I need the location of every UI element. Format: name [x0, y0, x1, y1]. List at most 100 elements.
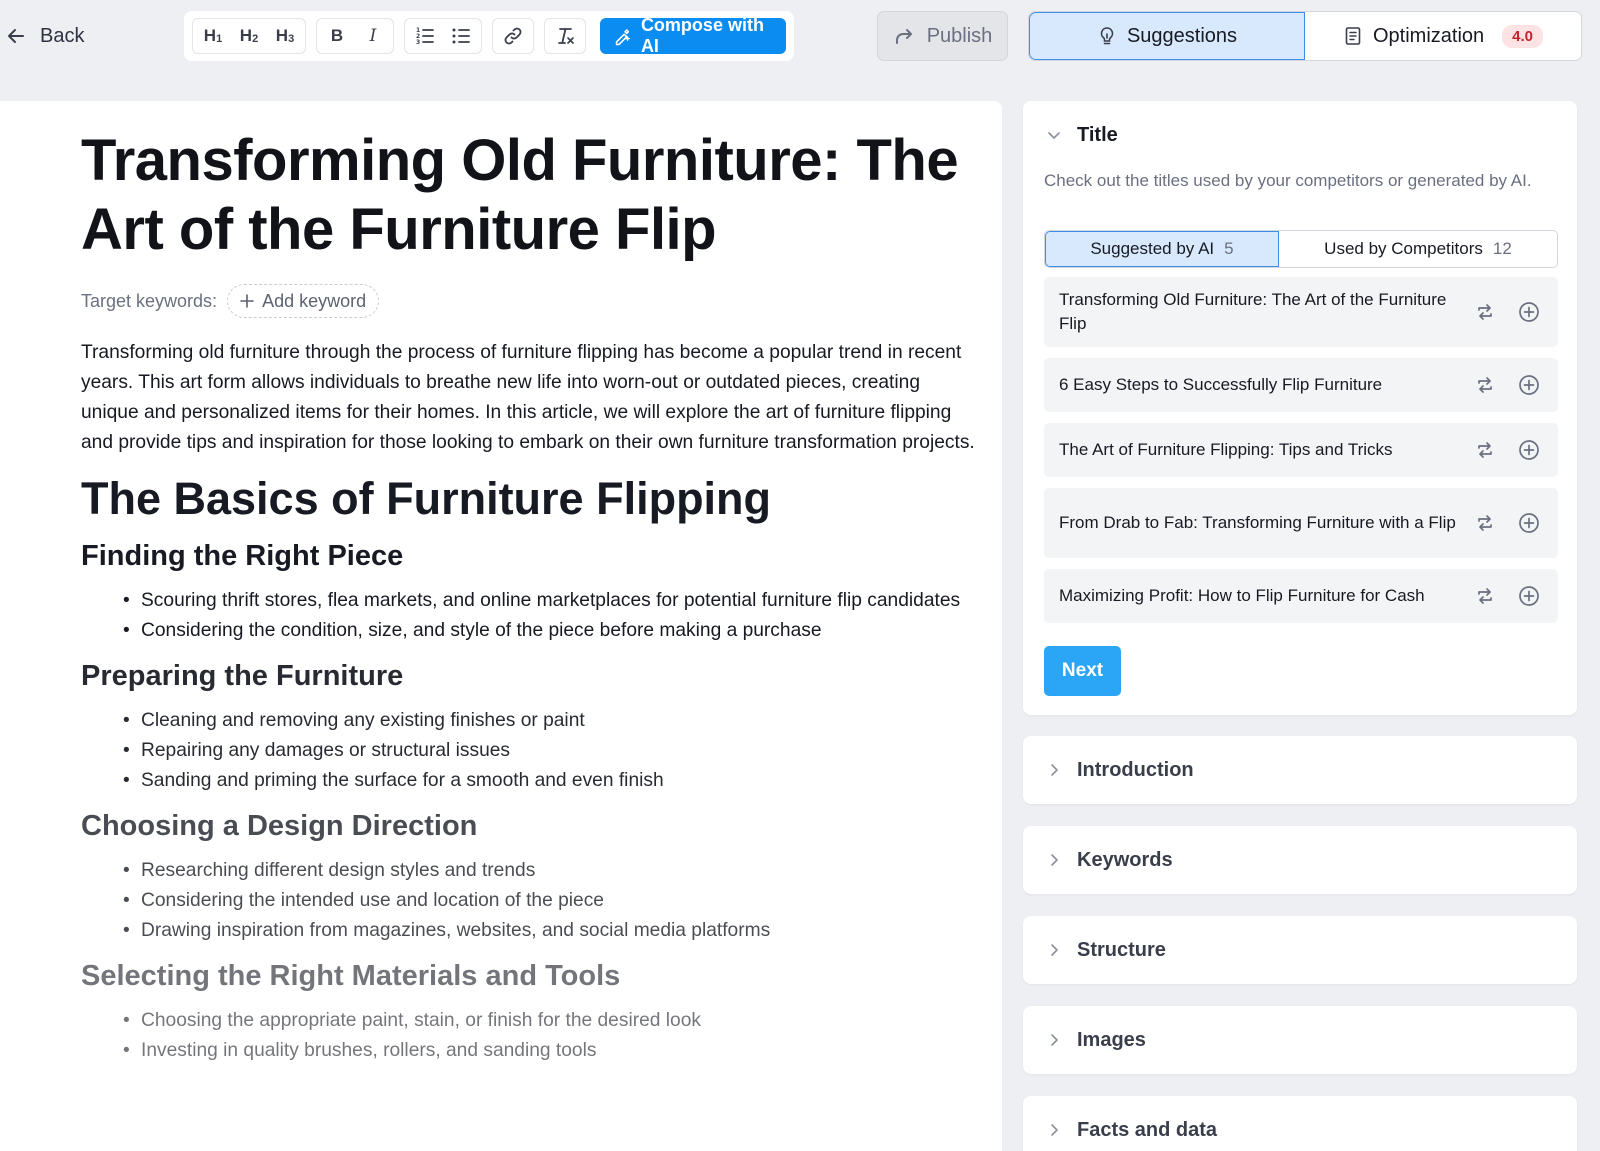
link-button[interactable]	[495, 19, 531, 53]
bullet-list: Researching different design styles and …	[121, 856, 981, 946]
tab-used-by-competitors[interactable]: Used by Competitors 12	[1279, 231, 1557, 267]
compose-with-ai-button[interactable]: Compose with AI	[600, 15, 786, 56]
intro-paragraph[interactable]: Transforming old furniture through the p…	[81, 338, 981, 458]
list-item[interactable]: Considering the condition, size, and sty…	[121, 616, 981, 646]
facts-and-data-section-toggle[interactable]: Facts and data	[1023, 1096, 1577, 1151]
title-section-toggle[interactable]: Title	[1023, 101, 1577, 169]
arrow-left-icon	[8, 29, 24, 43]
facts-and-data-card: Facts and data	[1023, 1096, 1577, 1151]
list-item[interactable]: Sanding and priming the surface for a sm…	[121, 766, 981, 796]
target-keywords: Target keywords: Add keyword	[81, 284, 981, 318]
bold-button[interactable]: B	[319, 19, 355, 53]
title-suggestion-text: Maximizing Profit: How to Flip Furniture…	[1059, 586, 1425, 605]
back-label: Back	[40, 24, 85, 47]
heading-group: H1 H2 H3	[192, 18, 306, 54]
tab-optimization[interactable]: Optimization 4.0	[1305, 12, 1581, 60]
lightbulb-icon	[1100, 27, 1114, 45]
images-card: Images	[1023, 1006, 1577, 1074]
target-keywords-label: Target keywords:	[81, 290, 218, 311]
publish-button[interactable]: Publish	[877, 11, 1008, 61]
title-source-switch: Suggested by AI 5 Used by Competitors 12	[1044, 230, 1558, 268]
tab-suggestions[interactable]: Suggestions	[1029, 12, 1305, 60]
clear-format-icon	[558, 28, 574, 44]
replace-icon[interactable]	[1474, 301, 1496, 323]
text-style-group: B I	[316, 18, 394, 54]
back-button[interactable]: Back	[6, 18, 84, 54]
optimization-score-badge: 4.0	[1502, 24, 1543, 48]
images-section-toggle[interactable]: Images	[1023, 1006, 1577, 1074]
subsection: Preparing the Furniture Cleaning and rem…	[81, 656, 981, 796]
svg-text:3: 3	[416, 39, 420, 46]
tab-suggested-by-ai[interactable]: Suggested by AI 5	[1045, 231, 1279, 267]
ordered-list-button[interactable]: 123	[407, 19, 443, 53]
subsection: Finding the Right Piece Scouring thrift …	[81, 536, 981, 646]
structure-section-toggle[interactable]: Structure	[1023, 916, 1577, 984]
keywords-card: Keywords	[1023, 826, 1577, 894]
title-suggestion[interactable]: 6 Easy Steps to Successfully Flip Furnit…	[1044, 358, 1558, 412]
list-item[interactable]: Scouring thrift stores, flea markets, an…	[121, 586, 981, 616]
replace-icon[interactable]	[1474, 439, 1496, 461]
chevron-right-icon	[1051, 1124, 1058, 1136]
plus-circle-icon[interactable]	[1518, 585, 1540, 607]
list-group: 123	[404, 18, 482, 54]
bullet-list: Scouring thrift stores, flea markets, an…	[121, 586, 981, 646]
count-badge: 5	[1224, 239, 1234, 258]
subsection-heading[interactable]: Preparing the Furniture	[81, 656, 981, 696]
link-icon	[504, 27, 522, 45]
title-section-heading: Title	[1077, 123, 1118, 146]
chevron-down-icon	[1048, 132, 1060, 139]
list-item[interactable]: Drawing inspiration from magazines, webs…	[121, 916, 981, 946]
plus-circle-icon[interactable]	[1518, 301, 1540, 323]
list-item[interactable]: Considering the intended use and locatio…	[121, 886, 981, 916]
introduction-section-toggle[interactable]: Introduction	[1023, 736, 1577, 804]
section-heading[interactable]: The Basics of Furniture Flipping	[81, 472, 981, 526]
section-label: Introduction	[1077, 758, 1194, 781]
list-item[interactable]: Choosing the appropriate paint, stain, o…	[121, 1006, 981, 1036]
replace-icon[interactable]	[1474, 512, 1496, 534]
title-suggestion[interactable]: The Art of Furniture Flipping: Tips and …	[1044, 423, 1558, 477]
italic-button[interactable]: I	[355, 19, 391, 53]
document-icon	[1345, 27, 1361, 45]
plus-circle-icon[interactable]	[1518, 439, 1540, 461]
compose-label: Compose with AI	[640, 15, 764, 56]
list-item[interactable]: Researching different design styles and …	[121, 856, 981, 886]
plus-circle-icon[interactable]	[1518, 512, 1540, 534]
section-label: Facts and data	[1077, 1118, 1218, 1141]
section-label: Structure	[1077, 938, 1166, 961]
subsection-heading[interactable]: Choosing a Design Direction	[81, 806, 981, 846]
title-suggestion-text: 6 Easy Steps to Successfully Flip Furnit…	[1059, 375, 1383, 394]
bullet-list-icon	[452, 28, 470, 44]
title-suggestion-text: Transforming Old Furniture: The Art of t…	[1059, 290, 1447, 333]
title-suggestion[interactable]: Transforming Old Furniture: The Art of t…	[1044, 277, 1558, 347]
section-label: Keywords	[1077, 848, 1173, 871]
heading-1-button[interactable]: H1	[195, 19, 231, 53]
editor-pane[interactable]: Transforming Old Furniture: The Art of t…	[0, 101, 1002, 1151]
heading-2-button[interactable]: H2	[231, 19, 267, 53]
panel-tabs: Suggestions Optimization 4.0	[1028, 11, 1582, 61]
title-card: Title Check out the titles used by your …	[1023, 101, 1577, 715]
replace-icon[interactable]	[1474, 374, 1496, 396]
list-item[interactable]: Investing in quality brushes, rollers, a…	[121, 1036, 981, 1066]
list-item[interactable]: Repairing any damages or structural issu…	[121, 736, 981, 766]
article-title[interactable]: Transforming Old Furniture: The Art of t…	[81, 126, 981, 264]
keywords-section-toggle[interactable]: Keywords	[1023, 826, 1577, 894]
tab-optimization-label: Optimization	[1372, 24, 1485, 47]
replace-icon[interactable]	[1474, 585, 1496, 607]
next-button[interactable]: Next	[1044, 646, 1121, 696]
subsection-heading[interactable]: Finding the Right Piece	[81, 536, 981, 576]
subsection-heading[interactable]: Selecting the Right Materials and Tools	[81, 956, 981, 996]
title-suggestion[interactable]: From Drab to Fab: Transforming Furniture…	[1044, 488, 1558, 558]
bullet-list-button[interactable]	[443, 19, 479, 53]
clear-format-button[interactable]	[547, 19, 583, 53]
subsection: Choosing a Design Direction Researching …	[81, 806, 981, 946]
title-suggestion[interactable]: Maximizing Profit: How to Flip Furniture…	[1044, 569, 1558, 623]
title-suggestion-text: From Drab to Fab: Transforming Furniture…	[1059, 513, 1456, 532]
chevron-right-icon	[1051, 944, 1058, 956]
plus-icon	[240, 294, 254, 308]
add-keyword-button[interactable]: Add keyword	[227, 284, 380, 318]
ordered-list-icon: 123	[416, 27, 434, 46]
list-item[interactable]: Cleaning and removing any existing finis…	[121, 706, 981, 736]
plus-circle-icon[interactable]	[1518, 374, 1540, 396]
title-section-description: Check out the titles used by your compet…	[1044, 171, 1532, 190]
heading-3-button[interactable]: H3	[267, 19, 303, 53]
